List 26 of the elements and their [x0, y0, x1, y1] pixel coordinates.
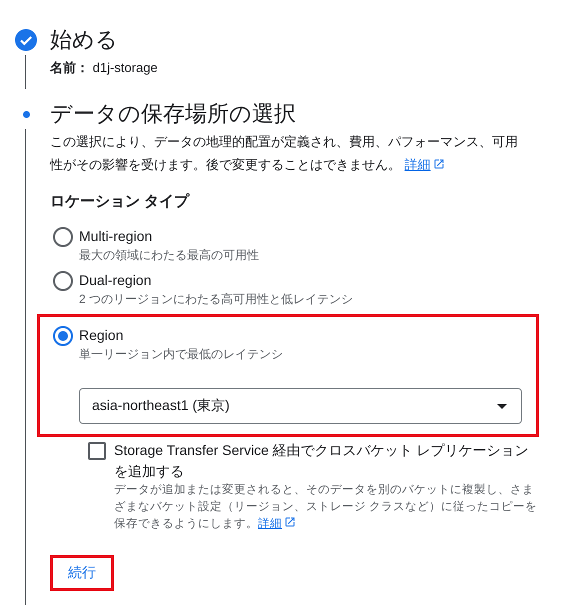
option-description: 単一リージョン内で最低のレイテンシ: [79, 346, 284, 363]
external-link-icon: [284, 516, 296, 528]
external-link-icon: [432, 158, 445, 170]
radio-label[interactable]: Dual-region: [79, 270, 571, 290]
checkbox-description: データが追加または変更されると、そのデータを別のバケットに複製し、さまざまなバケット設定（リージョン、ストレージ クラスなど）に従ったコピーを保存できるようにします。詳細: [114, 482, 538, 532]
bucket-name-summary: 名前： d1j-storage: [50, 59, 159, 77]
learn-more-link[interactable]: 詳細: [258, 518, 296, 530]
radio-label[interactable]: Region: [79, 325, 526, 345]
option-description: 最大の領域にわたる最高の可用性: [79, 247, 260, 264]
checkbox[interactable]: [88, 442, 106, 460]
section-heading: ロケーション タイプ: [50, 192, 191, 212]
current-step-dot-icon: [22, 110, 30, 118]
step-description: この選択により、データの地理的配置が定義され、費用、パフォーマンス、可用性がその影響を受けます。後で変更することはできません。 詳細: [50, 133, 519, 174]
radio-button[interactable]: [53, 227, 73, 247]
step-title: 始める: [50, 26, 119, 54]
continue-button[interactable]: 続行: [53, 558, 111, 588]
dropdown-arrow-icon: [497, 404, 507, 408]
radio-label[interactable]: Multi-region: [79, 226, 571, 246]
check-circle-icon: [15, 29, 37, 51]
radio-button[interactable]: [53, 271, 73, 291]
option-description: 2 つのリージョンにわたる高可用性と低レイテンシ: [79, 291, 354, 308]
radio-button[interactable]: [53, 326, 73, 346]
checkbox-label[interactable]: Storage Transfer Service 経由でクロスバケット レプリケーションを追加する: [114, 440, 538, 482]
learn-more-link[interactable]: 詳細: [404, 157, 445, 172]
step-title: データの保存場所の選択: [50, 100, 297, 128]
region-dropdown[interactable]: asia-northeast1 (東京): [79, 388, 522, 424]
